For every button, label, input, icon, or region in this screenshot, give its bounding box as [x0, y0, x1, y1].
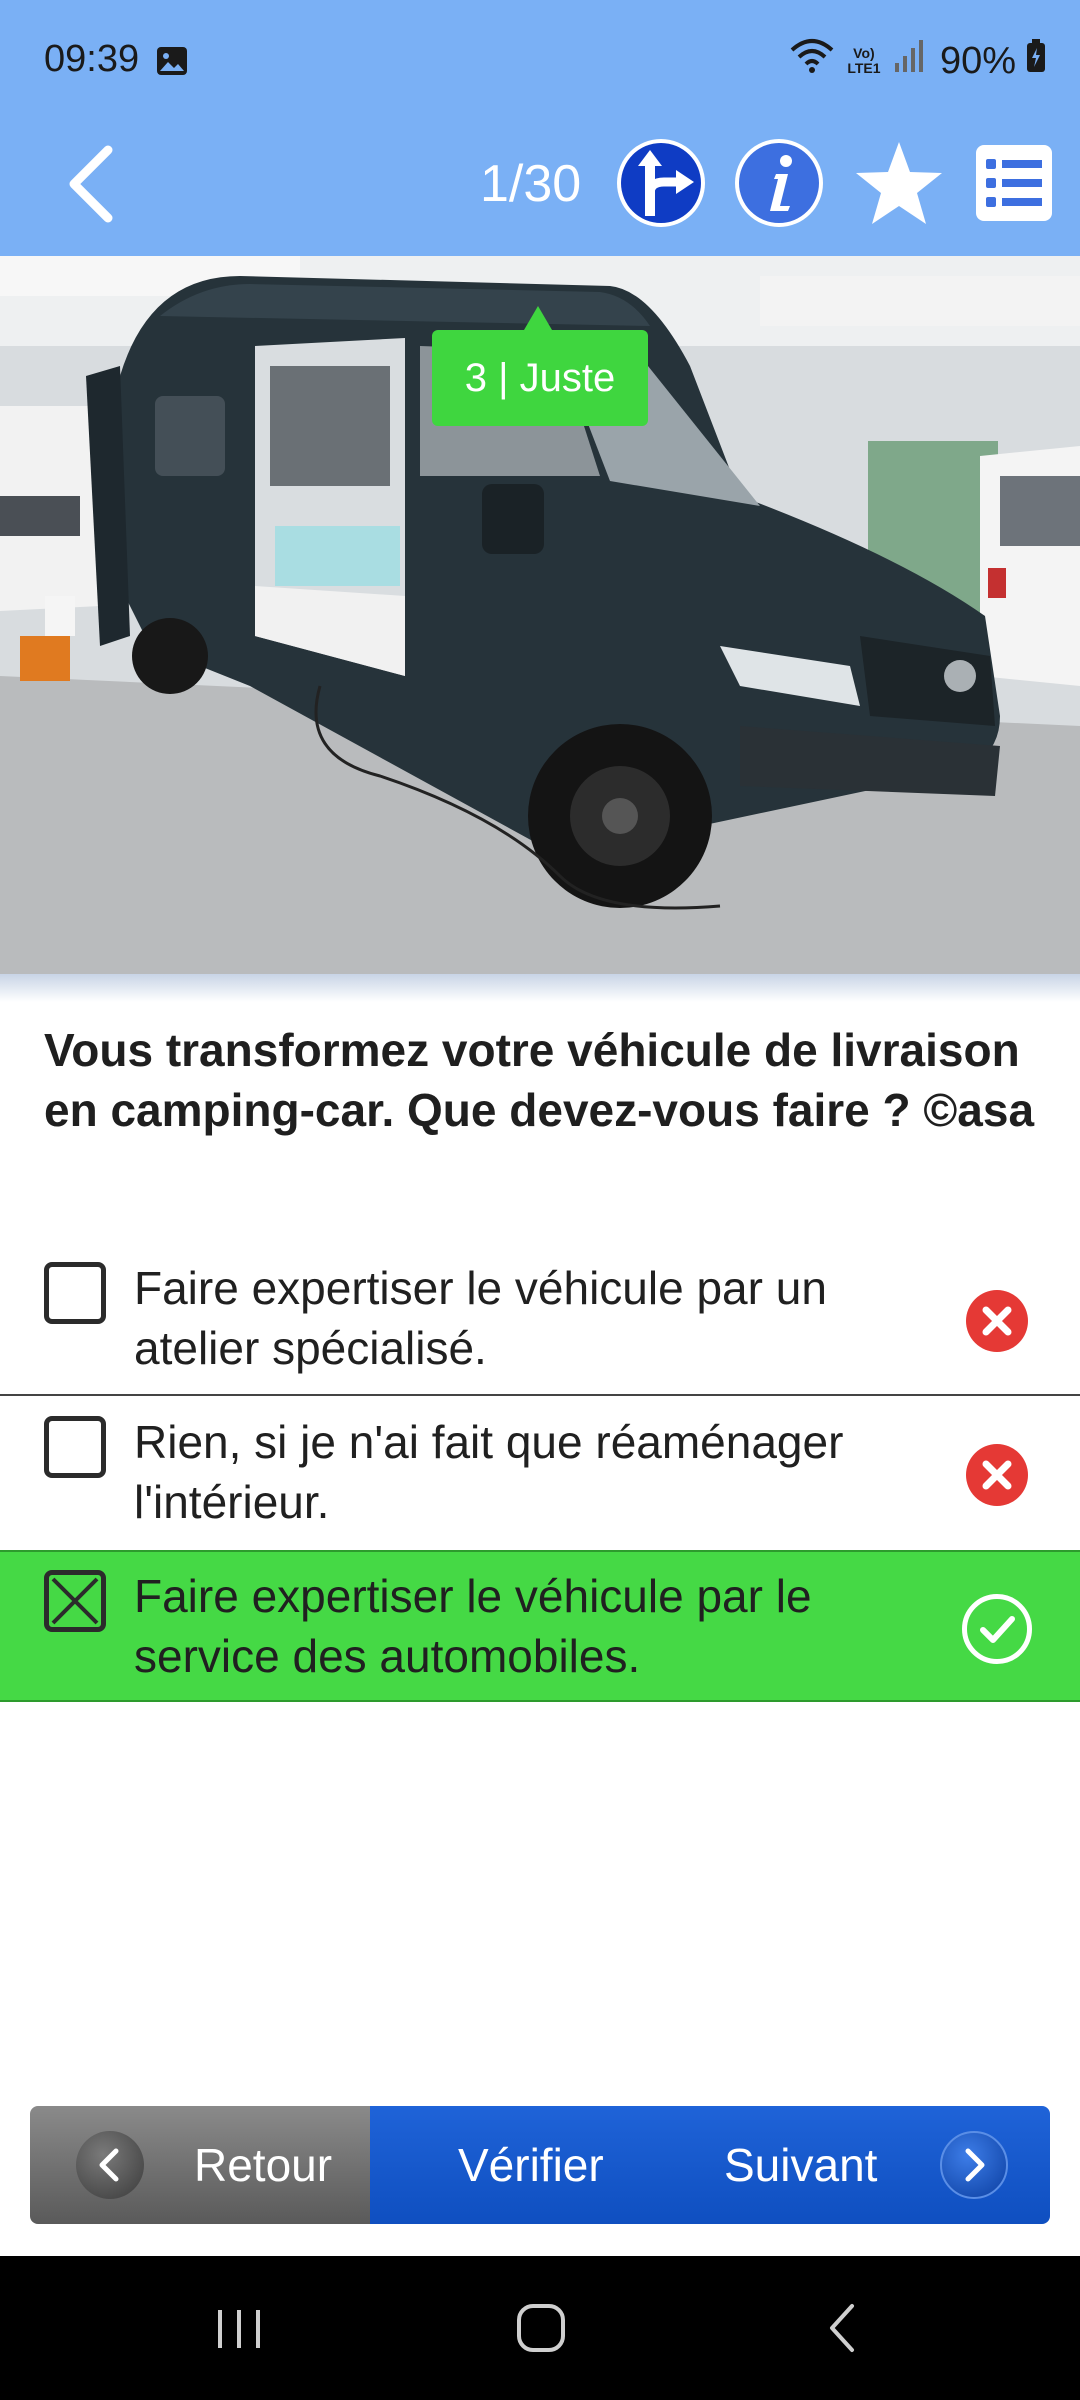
retour-button[interactable]: Retour	[30, 2106, 370, 2224]
battery-percent: 90%	[939, 39, 1016, 82]
road-sign-icon	[617, 139, 705, 227]
bottom-navigation: Retour Vérifier Suivant	[30, 2106, 1050, 2224]
question-counter: 1/30	[480, 155, 582, 213]
retour-label: Retour	[194, 2139, 333, 2191]
chevron-left-icon	[76, 2131, 144, 2199]
status-time: 09:39	[44, 38, 140, 80]
wrong-icon	[966, 1290, 1028, 1352]
answer-checkbox[interactable]	[44, 1416, 106, 1478]
check-circle-icon	[962, 1594, 1032, 1664]
answer-option-selected[interactable]: Faire expertiser le véhicule par le serv…	[0, 1550, 1080, 1702]
info-icon	[735, 139, 823, 227]
signal-icon	[894, 39, 924, 83]
verifier-button[interactable]: Vérifier	[458, 2106, 604, 2224]
favorite-button[interactable]	[852, 136, 946, 230]
answer-checkbox[interactable]	[44, 1262, 106, 1324]
wrong-icon	[966, 1444, 1028, 1506]
image-icon	[156, 46, 188, 76]
app-toolbar: 1/30	[0, 124, 1080, 256]
answer-option[interactable]: Rien, si je n'ai fait que réaménager l'i…	[0, 1398, 1080, 1550]
system-back-button[interactable]	[808, 2296, 878, 2360]
result-badge: 3 | Juste	[432, 330, 648, 426]
question-text: Vous transformez votre véhicule de livra…	[44, 1024, 1035, 1136]
home-button[interactable]	[506, 2296, 576, 2360]
volte-icon: Vo) LTE1	[847, 45, 881, 76]
photo-shadow	[0, 974, 1080, 1002]
answer-option[interactable]: Faire expertiser le véhicule par un atel…	[0, 1244, 1080, 1396]
home-icon	[517, 2304, 565, 2352]
badge-pointer	[524, 306, 552, 330]
answer-text: Rien, si je n'ai fait que réaménager l'i…	[134, 1416, 844, 1528]
suivant-button[interactable]: Suivant	[724, 2106, 877, 2224]
back-icon	[830, 2304, 854, 2352]
recent-apps-button[interactable]	[204, 2296, 274, 2360]
answer-text: Faire expertiser le véhicule par le serv…	[134, 1570, 812, 1682]
info-button[interactable]	[732, 136, 826, 230]
road-sign-button[interactable]	[614, 136, 708, 230]
chevron-left-icon	[69, 145, 113, 223]
chevron-right-icon[interactable]	[940, 2131, 1008, 2199]
star-icon	[856, 142, 942, 224]
system-navigation-bar	[0, 2256, 1080, 2400]
back-button[interactable]	[50, 134, 130, 234]
battery-icon	[1026, 39, 1046, 83]
status-bar: 09:39 Vo) LTE1 90%	[0, 0, 1080, 124]
recent-apps-icon	[218, 2310, 260, 2348]
list-button[interactable]	[974, 136, 1068, 230]
wifi-icon	[790, 38, 834, 84]
answer-text: Faire expertiser le véhicule par un atel…	[134, 1262, 827, 1374]
list-icon	[976, 145, 1052, 221]
status-icons: Vo) LTE1 90%	[790, 36, 1046, 86]
answer-checkbox-checked[interactable]	[44, 1570, 106, 1632]
